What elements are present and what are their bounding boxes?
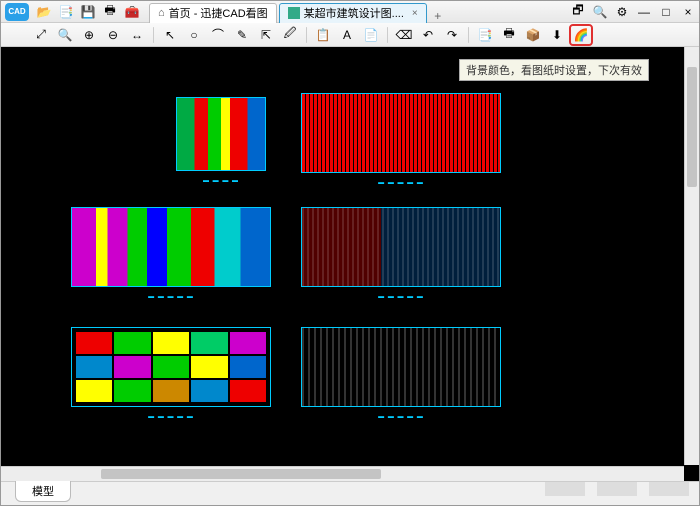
layer-icon[interactable]: 📄: [361, 26, 381, 44]
new-tab-button[interactable]: +: [429, 9, 447, 23]
save-icon[interactable]: 💾: [80, 4, 96, 20]
floorplan-4: ▬ ▬ ▬ ▬ ▬: [301, 207, 501, 287]
print-tool-icon[interactable]: 🖶: [499, 26, 519, 44]
tab-label: 首页 - 迅捷CAD看图: [169, 5, 268, 21]
pencil-icon[interactable]: ✎: [232, 26, 252, 44]
3d-icon[interactable]: 📦: [523, 26, 543, 44]
export-icon[interactable]: 📑: [475, 26, 495, 44]
magnify-icon[interactable]: 🔍: [592, 4, 608, 20]
separator: [153, 27, 154, 43]
separator: [468, 27, 469, 43]
batch-icon[interactable]: 🗗: [570, 4, 586, 20]
open-file-icon[interactable]: 📂: [36, 4, 52, 20]
maximize-button[interactable]: □: [658, 4, 674, 20]
circle-icon[interactable]: ○: [184, 26, 204, 44]
zoom-in-icon[interactable]: ⊕: [79, 26, 99, 44]
window-close-button[interactable]: ×: [680, 4, 696, 20]
pan-icon[interactable]: ↔: [127, 26, 147, 44]
erase-icon[interactable]: ⌫: [394, 26, 414, 44]
bottom-tabstrip: 模型: [1, 481, 699, 505]
text-icon[interactable]: A: [337, 26, 357, 44]
measure-icon[interactable]: ⇱: [256, 26, 276, 44]
document-icon: [288, 7, 300, 19]
print-icon[interactable]: 🖶: [102, 4, 118, 20]
scrollbar-vertical[interactable]: [684, 47, 699, 465]
separator: [306, 27, 307, 43]
floorplan-5: ▬ ▬ ▬ ▬ ▬: [71, 327, 271, 407]
clipboard-icon[interactable]: 📋: [313, 26, 333, 44]
arc-icon[interactable]: ⌒: [208, 26, 228, 44]
scrollbar-horizontal[interactable]: [1, 466, 684, 481]
toolbox-icon[interactable]: 🧰: [124, 4, 140, 20]
undo-icon[interactable]: ↶: [418, 26, 438, 44]
fit-view-icon[interactable]: ⤢: [31, 26, 51, 44]
statusbar: [545, 482, 699, 496]
separator: [387, 27, 388, 43]
tab-home[interactable]: ⌂ 首页 - 迅捷CAD看图: [149, 3, 277, 23]
floorplan-3: ▬ ▬ ▬ ▬ ▬: [71, 207, 271, 287]
zoom-window-icon[interactable]: 🔍: [55, 26, 75, 44]
zoom-out-icon[interactable]: ⊖: [103, 26, 123, 44]
app-window: CAD 📂 📑 💾 🖶 🧰 ⌂ 首页 - 迅捷CAD看图 某超市建筑设计图...…: [0, 0, 700, 506]
toolbar: ⤢ 🔍 ⊕ ⊖ ↔ ↖ ○ ⌒ ✎ ⇱ 🖉 📋 A 📄 ⌫ ↶ ↷ 📑 🖶 📦 …: [1, 23, 699, 47]
status-box: [649, 482, 689, 496]
tab-document[interactable]: 某超市建筑设计图.... ×: [279, 3, 427, 23]
select-icon[interactable]: ↖: [160, 26, 180, 44]
annotate-icon[interactable]: 🖉: [280, 26, 300, 44]
minimize-button[interactable]: —: [636, 4, 652, 20]
scroll-thumb[interactable]: [101, 469, 381, 479]
window-controls: 🗗 🔍 ⚙ — □ ×: [567, 4, 699, 20]
settings-icon[interactable]: ⚙: [614, 4, 630, 20]
document-tabs: ⌂ 首页 - 迅捷CAD看图 某超市建筑设计图.... × +: [149, 1, 447, 23]
background-color-button[interactable]: 🌈: [571, 26, 591, 44]
drawing-canvas[interactable]: 背景颜色，看图纸时设置，下次有效 ▬ ▬ ▬ ▬ ▬ ▬ ▬ ▬ ▬: [1, 47, 699, 481]
floorplan-1: ▬ ▬ ▬ ▬: [176, 97, 266, 171]
tab-close-icon[interactable]: ×: [412, 8, 418, 19]
download-icon[interactable]: ⬇: [547, 26, 567, 44]
tab-label: 某超市建筑设计图....: [304, 5, 404, 21]
convert-icon[interactable]: 📑: [58, 4, 74, 20]
floorplan-2: ▬ ▬ ▬ ▬ ▬: [301, 93, 501, 173]
titlebar: CAD 📂 📑 💾 🖶 🧰 ⌂ 首页 - 迅捷CAD看图 某超市建筑设计图...…: [1, 1, 699, 23]
model-tab[interactable]: 模型: [15, 481, 71, 502]
home-icon: ⌂: [158, 7, 165, 19]
floorplan-6: ▬ ▬ ▬ ▬ ▬: [301, 327, 501, 407]
redo-icon[interactable]: ↷: [442, 26, 462, 44]
status-box: [545, 482, 585, 496]
drawings-group: ▬ ▬ ▬ ▬ ▬ ▬ ▬ ▬ ▬ ▬ ▬ ▬ ▬ ▬: [1, 47, 699, 481]
app-logo: CAD: [5, 3, 29, 21]
status-box: [597, 482, 637, 496]
scroll-thumb[interactable]: [687, 67, 697, 187]
